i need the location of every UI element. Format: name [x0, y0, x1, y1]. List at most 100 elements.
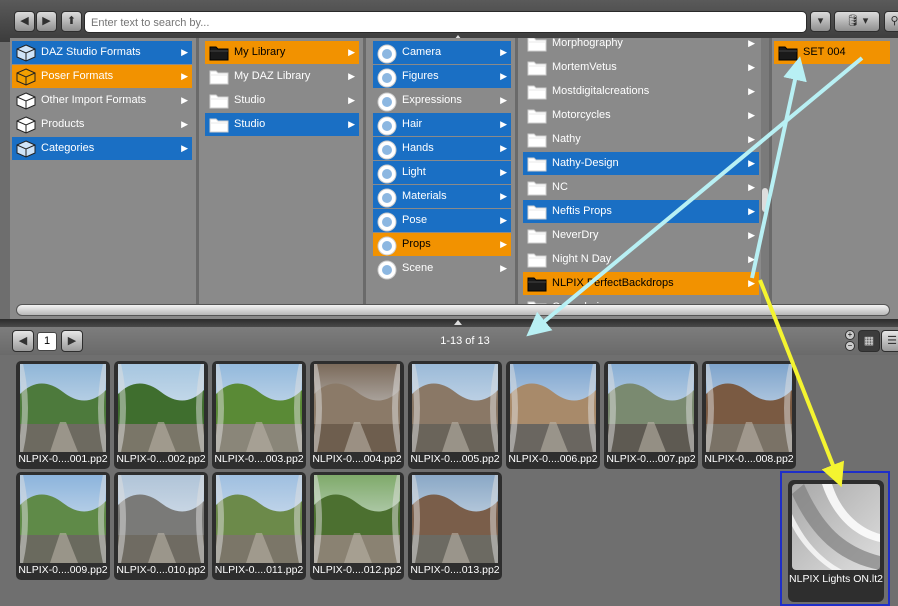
- formats-item[interactable]: Categories ▶: [12, 137, 192, 160]
- props-folder-item[interactable]: Nathy ▶: [523, 128, 759, 151]
- chevron-right-icon: ▶: [748, 206, 755, 216]
- list-view-button[interactable]: ☰: [881, 330, 898, 352]
- back-button[interactable]: ◀: [14, 11, 35, 32]
- database-menu-button[interactable]: 🛢 ▾: [834, 11, 880, 32]
- formats-item-label: Categories: [41, 142, 95, 154]
- libraries-item[interactable]: Studio ▶: [205, 113, 359, 136]
- thumbnail-tile[interactable]: NLPIX-0....004.pp2: [310, 361, 404, 469]
- props-folder-item[interactable]: NLPIX PerfectBackdrops ▶: [523, 272, 759, 295]
- content-type-item-label: Light: [402, 166, 426, 178]
- products-icon: [16, 116, 36, 134]
- thumbnail-tile[interactable]: NLPIX-0....011.pp2: [212, 472, 306, 580]
- item-count: 1-13 of 13: [440, 335, 490, 347]
- column-separator[interactable]: [363, 38, 366, 305]
- forward-button[interactable]: ▶: [36, 11, 57, 32]
- props-folder-item-label: NeverDry: [552, 229, 599, 241]
- formats-item[interactable]: DAZ Studio Formats ▶: [12, 41, 192, 64]
- props-folder-item[interactable]: MortemVetus ▶: [523, 56, 759, 79]
- folder-icon: [377, 44, 397, 64]
- find-button[interactable]: ⚲: [884, 11, 898, 32]
- content-type-item[interactable]: Props ▶: [373, 233, 511, 256]
- thumbnail-tile[interactable]: NLPIX-0....009.pp2: [16, 472, 110, 580]
- formats-item[interactable]: Other Import Formats ▶: [12, 89, 192, 112]
- thumbnail-tile[interactable]: NLPIX-0....003.pp2: [212, 361, 306, 469]
- chevron-right-icon: ▶: [500, 71, 507, 81]
- folder-icon: [527, 155, 547, 172]
- thumbnail-caption: NLPIX-0....010.pp2: [116, 564, 206, 576]
- content-type-item[interactable]: Camera ▶: [373, 41, 511, 64]
- search-input[interactable]: [89, 13, 793, 33]
- vertical-scrollbar[interactable]: [761, 38, 769, 305]
- up-level-button[interactable]: ⬆: [61, 11, 82, 32]
- column-separator[interactable]: [515, 38, 518, 305]
- content-type-item[interactable]: Scene ▶: [373, 257, 511, 280]
- props-folder-item[interactable]: Morphography ▶: [523, 38, 759, 55]
- content-type-item-label: Pose: [402, 214, 428, 226]
- props-folder-item-label: Nathy-Design: [552, 157, 619, 169]
- libraries-item[interactable]: Studio ▶: [205, 89, 359, 112]
- props-folder-item-label: Nathy: [552, 133, 581, 145]
- thumbnail-tile[interactable]: NLPIX-0....013.pp2: [408, 472, 502, 580]
- set-item[interactable]: SET 004: [774, 41, 890, 64]
- thumbnail-caption: NLPIX-0....004.pp2: [312, 453, 402, 465]
- content-type-item[interactable]: Figures ▶: [373, 65, 511, 88]
- column-separator[interactable]: [769, 38, 772, 305]
- folder-icon: [527, 179, 547, 196]
- horizontal-scrollbar[interactable]: [16, 304, 890, 316]
- thumbnail-caption: NLPIX-0....012.pp2: [312, 564, 402, 576]
- content-type-item[interactable]: Hair ▶: [373, 113, 511, 136]
- libraries-item[interactable]: My Library ▶: [205, 41, 359, 64]
- column-separator[interactable]: [196, 38, 199, 305]
- thumbnail-tile[interactable]: NLPIX-0....010.pp2: [114, 472, 208, 580]
- props-folder-item[interactable]: Mostdigitalcreations ▶: [523, 80, 759, 103]
- props-folder-item[interactable]: Motorcycles ▶: [523, 104, 759, 127]
- thumbnail-caption: NLPIX-0....008.pp2: [704, 453, 794, 465]
- pane-divider[interactable]: [0, 319, 898, 327]
- folder-icon: [377, 92, 397, 112]
- thumbnail-tile[interactable]: NLPIX-0....012.pp2: [310, 472, 404, 580]
- grid-view-button[interactable]: ▦: [858, 330, 880, 352]
- thumbnail-image: [510, 364, 596, 452]
- thumbnail-image: [412, 364, 498, 452]
- zoom-stepper[interactable]: + −: [845, 330, 855, 352]
- formats-item[interactable]: Products ▶: [12, 113, 192, 136]
- libraries-item[interactable]: My DAZ Library ▶: [205, 65, 359, 88]
- chevron-right-icon: ▶: [500, 167, 507, 177]
- thumbnail-tile[interactable]: NLPIX-0....005.pp2: [408, 361, 502, 469]
- content-type-item-label: Hair: [402, 118, 423, 130]
- search-options-button[interactable]: ▾: [810, 11, 831, 32]
- formats-item[interactable]: Poser Formats ▶: [12, 65, 192, 88]
- props-folder-item-label: Morphography: [552, 38, 623, 49]
- content-type-item[interactable]: Expressions ▶: [373, 89, 511, 112]
- folder-icon: [527, 38, 547, 52]
- chevron-right-icon: ▶: [348, 47, 355, 57]
- import-formats-icon: [16, 92, 36, 110]
- chevron-right-icon: ▶: [348, 71, 355, 81]
- thumbnail-tile[interactable]: NLPIX-0....002.pp2: [114, 361, 208, 469]
- props-folder-item[interactable]: Nathy-Design ▶: [523, 152, 759, 175]
- content-type-item[interactable]: Pose ▶: [373, 209, 511, 232]
- thumbnail-tile[interactable]: NLPIX-0....006.pp2: [506, 361, 600, 469]
- props-folder-item[interactable]: NC ▶: [523, 176, 759, 199]
- thumbnail-tile[interactable]: NLPIX-0....008.pp2: [702, 361, 796, 469]
- folder-icon: [209, 92, 229, 109]
- chevron-right-icon: ▶: [500, 143, 507, 153]
- thumbnail-tile[interactable]: NLPIX-0....001.pp2: [16, 361, 110, 469]
- folder-icon: [778, 44, 798, 61]
- thumbnail-caption: NLPIX-0....001.pp2: [18, 453, 108, 465]
- props-folder-item[interactable]: Neftis Props ▶: [523, 200, 759, 223]
- list-view-icon: ☰: [887, 335, 897, 347]
- thumbnail-tile[interactable]: NLPIX-0....007.pp2: [604, 361, 698, 469]
- chevron-right-icon: ▶: [748, 230, 755, 240]
- folder-icon: [377, 164, 397, 184]
- folder-icon: [377, 236, 397, 256]
- props-folder-item[interactable]: NeverDry ▶: [523, 224, 759, 247]
- thumbnail-image: [412, 475, 498, 563]
- light-preset-tile[interactable]: NLPIX Lights ON.lt2: [788, 480, 884, 602]
- content-type-item-label: Expressions: [402, 94, 462, 106]
- content-type-item[interactable]: Light ▶: [373, 161, 511, 184]
- chevron-right-icon: ▶: [500, 263, 507, 273]
- props-folder-item[interactable]: Night N Day ▶: [523, 248, 759, 271]
- content-type-item[interactable]: Hands ▶: [373, 137, 511, 160]
- content-type-item[interactable]: Materials ▶: [373, 185, 511, 208]
